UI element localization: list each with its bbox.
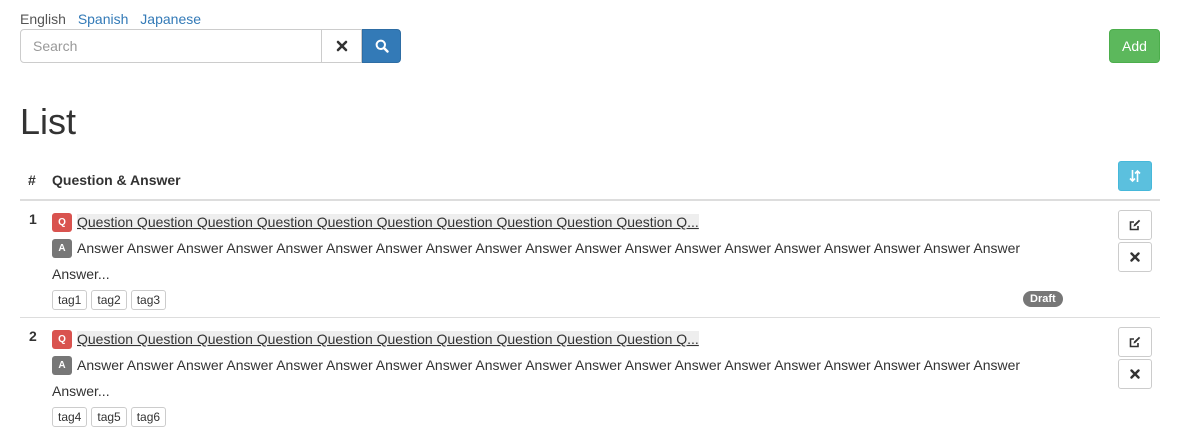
- table-row: 1 Q Question Question Question Question Q…: [20, 201, 1160, 318]
- search-icon: [375, 39, 389, 53]
- question-label: Q: [52, 212, 72, 232]
- status-badge: Draft: [1023, 291, 1063, 307]
- tag[interactable]: tag5: [91, 407, 127, 427]
- tag[interactable]: tag6: [130, 407, 167, 427]
- question-link[interactable]: Question Question Question Question Ques…: [77, 331, 699, 347]
- row-actions: [1118, 327, 1152, 391]
- language-current: English: [20, 11, 66, 27]
- tag-list: tag1 tag2 tag3: [52, 290, 1072, 310]
- delete-button[interactable]: [1118, 242, 1152, 272]
- question-link[interactable]: Question Question Question Question Ques…: [77, 214, 699, 230]
- search-input[interactable]: [20, 29, 322, 63]
- table-row: 2 Q Question Question Question Question Q…: [20, 318, 1160, 435]
- language-switcher: English Spanish Japanese: [20, 10, 209, 28]
- tag[interactable]: tag1: [52, 290, 88, 310]
- edit-button[interactable]: [1118, 210, 1152, 240]
- edit-icon: [1129, 219, 1141, 231]
- row-number: 1: [29, 211, 37, 227]
- answer-line: A Answer Answer Answer Answer Answer Answ…: [52, 235, 1072, 261]
- page-title: List: [20, 101, 77, 142]
- times-icon: [1130, 369, 1140, 379]
- row-actions: [1118, 210, 1152, 274]
- answer-line-continued: Answer...: [52, 383, 110, 399]
- row-content: Q Question Question Question Question Que…: [52, 209, 1072, 310]
- answer-text: Answer Answer Answer Answer Answer Answe…: [77, 357, 1021, 373]
- answer-line: A Answer Answer Answer Answer Answer Answ…: [52, 352, 1072, 378]
- edit-icon: [1129, 336, 1141, 348]
- tag[interactable]: tag4: [52, 407, 88, 427]
- clear-search-button[interactable]: [322, 29, 362, 63]
- language-link-spanish[interactable]: Spanish: [78, 11, 129, 27]
- sort-icon: [1129, 169, 1141, 183]
- row-number: 2: [29, 328, 37, 344]
- tag-list: tag4 tag5 tag6: [52, 407, 1072, 427]
- header-question-answer: Question & Answer: [52, 172, 181, 188]
- question-line: Q Question Question Question Question Que…: [52, 209, 1072, 235]
- header-num: #: [28, 172, 36, 188]
- question-line: Q Question Question Question Question Que…: [52, 326, 1072, 352]
- times-icon: [1130, 252, 1140, 262]
- sort-button[interactable]: [1118, 161, 1152, 191]
- answer-label: A: [52, 355, 72, 375]
- answer-label: A: [52, 238, 72, 258]
- answer-text: Answer Answer Answer Answer Answer Answe…: [77, 240, 1021, 256]
- search-button[interactable]: [362, 29, 401, 63]
- tag[interactable]: tag2: [91, 290, 127, 310]
- language-link-japanese[interactable]: Japanese: [140, 11, 201, 27]
- row-content: Q Question Question Question Question Que…: [52, 326, 1072, 427]
- add-button[interactable]: Add: [1109, 29, 1160, 63]
- search-group: [20, 29, 401, 63]
- delete-button[interactable]: [1118, 359, 1152, 389]
- qa-table: # Question & Answer 1 Q Question Question…: [20, 158, 1160, 435]
- question-label: Q: [52, 329, 72, 349]
- tag[interactable]: tag3: [130, 290, 167, 310]
- times-icon: [336, 40, 347, 52]
- answer-line-continued: Answer...: [52, 266, 110, 282]
- table-header: # Question & Answer: [20, 158, 1160, 201]
- edit-button[interactable]: [1118, 327, 1152, 357]
